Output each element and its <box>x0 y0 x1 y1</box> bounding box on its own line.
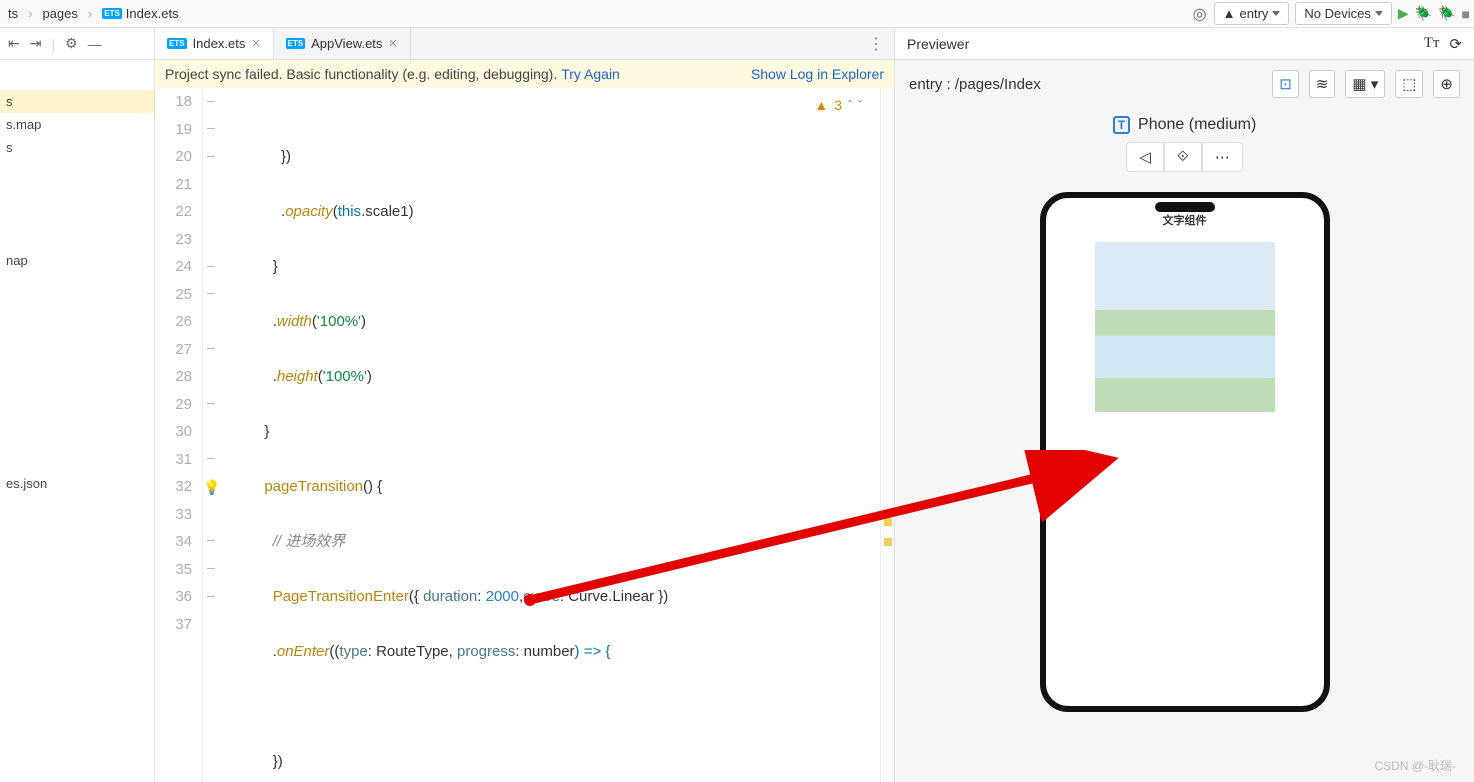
device-controls: ◁ ⟐ ⋯ <box>895 142 1474 172</box>
watermark: CSDN @-耿瑞- <box>1374 757 1456 774</box>
stop-button[interactable]: ■ <box>1462 6 1470 22</box>
project-tools: ⇤ ⇥ | ⚙ — <box>0 28 155 59</box>
grid-button[interactable]: ▦ ▾ <box>1345 70 1385 98</box>
sidebar-item[interactable]: s <box>0 90 154 113</box>
profile-button[interactable]: 🪲 <box>1438 5 1455 22</box>
zoom-button[interactable]: ⊕ <box>1433 70 1460 98</box>
phone-side-button <box>1328 398 1330 436</box>
run-button[interactable]: ▶ <box>1398 5 1409 22</box>
device-icon: T <box>1113 116 1130 134</box>
try-again-link[interactable]: Try Again <box>561 66 620 82</box>
device-dropdown[interactable]: No Devices <box>1295 2 1391 25</box>
phone-preview: 文字组件 <box>1040 192 1330 712</box>
sync-banner: Project sync failed. Basic functionality… <box>155 60 894 88</box>
back-button[interactable]: ◁ <box>1126 142 1164 172</box>
breadcrumb: ts › pages › ETSIndex.ets <box>4 4 183 23</box>
sidebar-item[interactable]: nap <box>0 249 154 272</box>
phone-notch <box>1155 202 1215 212</box>
crop-button[interactable]: ⬚ <box>1395 70 1423 98</box>
warning-badge[interactable]: ▲3ˆˇ <box>814 92 862 120</box>
code-editor: Project sync failed. Basic functionality… <box>155 60 894 782</box>
minus-icon[interactable]: — <box>88 36 102 52</box>
phone-side-button <box>1328 328 1330 366</box>
previewer-title: Previewer <box>907 36 969 52</box>
preview-image <box>1095 242 1275 412</box>
close-icon[interactable]: ✕ <box>388 37 397 50</box>
top-toolbar: ts › pages › ETSIndex.ets ◎ ▲entry No De… <box>0 0 1474 28</box>
chevron-up-icon: ˆ <box>848 92 852 120</box>
line-gutter: 1819202122232425262728293031323334353637 <box>155 88 203 782</box>
chevron-right-icon: › <box>86 6 94 21</box>
rotate-button[interactable]: ⟐ <box>1164 142 1202 172</box>
chevron-down-icon: ˇ <box>858 92 862 120</box>
more-button[interactable]: ⋯ <box>1202 142 1243 172</box>
text-scale-icon[interactable]: Tᴛ <box>1424 35 1440 53</box>
close-icon[interactable]: ✕ <box>251 37 260 50</box>
chevron-down-icon <box>1272 11 1280 16</box>
preview-path: entry : /pages/Index <box>909 76 1041 93</box>
minimap[interactable] <box>880 88 894 782</box>
tab-index[interactable]: ETSIndex.ets✕ <box>155 28 274 59</box>
fold-column: 💡 <box>203 88 227 782</box>
layers-button[interactable]: ≋ <box>1309 70 1336 98</box>
sidebar-item[interactable]: s.map <box>0 113 154 136</box>
refresh-icon[interactable]: ⟳ <box>1449 35 1462 53</box>
module-dropdown[interactable]: ▲entry <box>1214 2 1290 25</box>
tab-appview[interactable]: ETSAppView.ets✕ <box>274 28 411 59</box>
tabs-row: ⇤ ⇥ | ⚙ — ETSIndex.ets✕ ETSAppView.ets✕ … <box>0 28 1474 60</box>
ets-icon: ETS <box>286 38 306 49</box>
breadcrumb-index[interactable]: ETSIndex.ets <box>98 4 182 23</box>
sidebar-item[interactable]: s <box>0 136 154 159</box>
project-sidebar: s s.map s nap es.json <box>0 60 155 782</box>
collapse-icon[interactable]: ⇤ <box>8 35 20 52</box>
code-area[interactable]: 1819202122232425262728293031323334353637… <box>155 88 894 782</box>
show-log-link[interactable]: Show Log in Explorer <box>751 66 884 82</box>
previewer-header: Previewer Tᴛ ⟳ <box>894 28 1474 59</box>
inspect-button[interactable]: ⊡ <box>1272 70 1299 98</box>
breadcrumb-pages[interactable]: pages <box>38 4 81 23</box>
target-icon[interactable]: ◎ <box>1192 6 1208 22</box>
ets-icon: ETS <box>167 38 187 49</box>
lightbulb-icon[interactable]: 💡 <box>203 474 220 502</box>
more-tabs-icon[interactable]: ⋮ <box>858 34 894 54</box>
editor-tabs: ETSIndex.ets✕ ETSAppView.ets✕ ⋮ <box>155 28 894 59</box>
previewer-panel: entry : /pages/Index ⊡ ≋ ▦ ▾ ⬚ ⊕ TPhone … <box>894 60 1474 782</box>
chevron-right-icon: › <box>26 6 34 21</box>
ets-icon: ETS <box>102 8 122 19</box>
divider-icon: | <box>51 36 55 52</box>
breadcrumb-ts[interactable]: ts <box>4 4 22 23</box>
sidebar-item[interactable]: es.json <box>0 472 154 495</box>
code-text[interactable]: ▲3ˆˇ }) .opacity(this.scale1) } .width('… <box>227 88 880 782</box>
debug-button[interactable]: 🪲 <box>1415 5 1432 22</box>
device-label: TPhone (medium) <box>895 108 1474 142</box>
expand-icon[interactable]: ⇥ <box>30 35 42 52</box>
gear-icon[interactable]: ⚙ <box>65 35 78 52</box>
chevron-down-icon <box>1375 11 1383 16</box>
banner-message: Project sync failed. Basic functionality… <box>165 66 557 82</box>
